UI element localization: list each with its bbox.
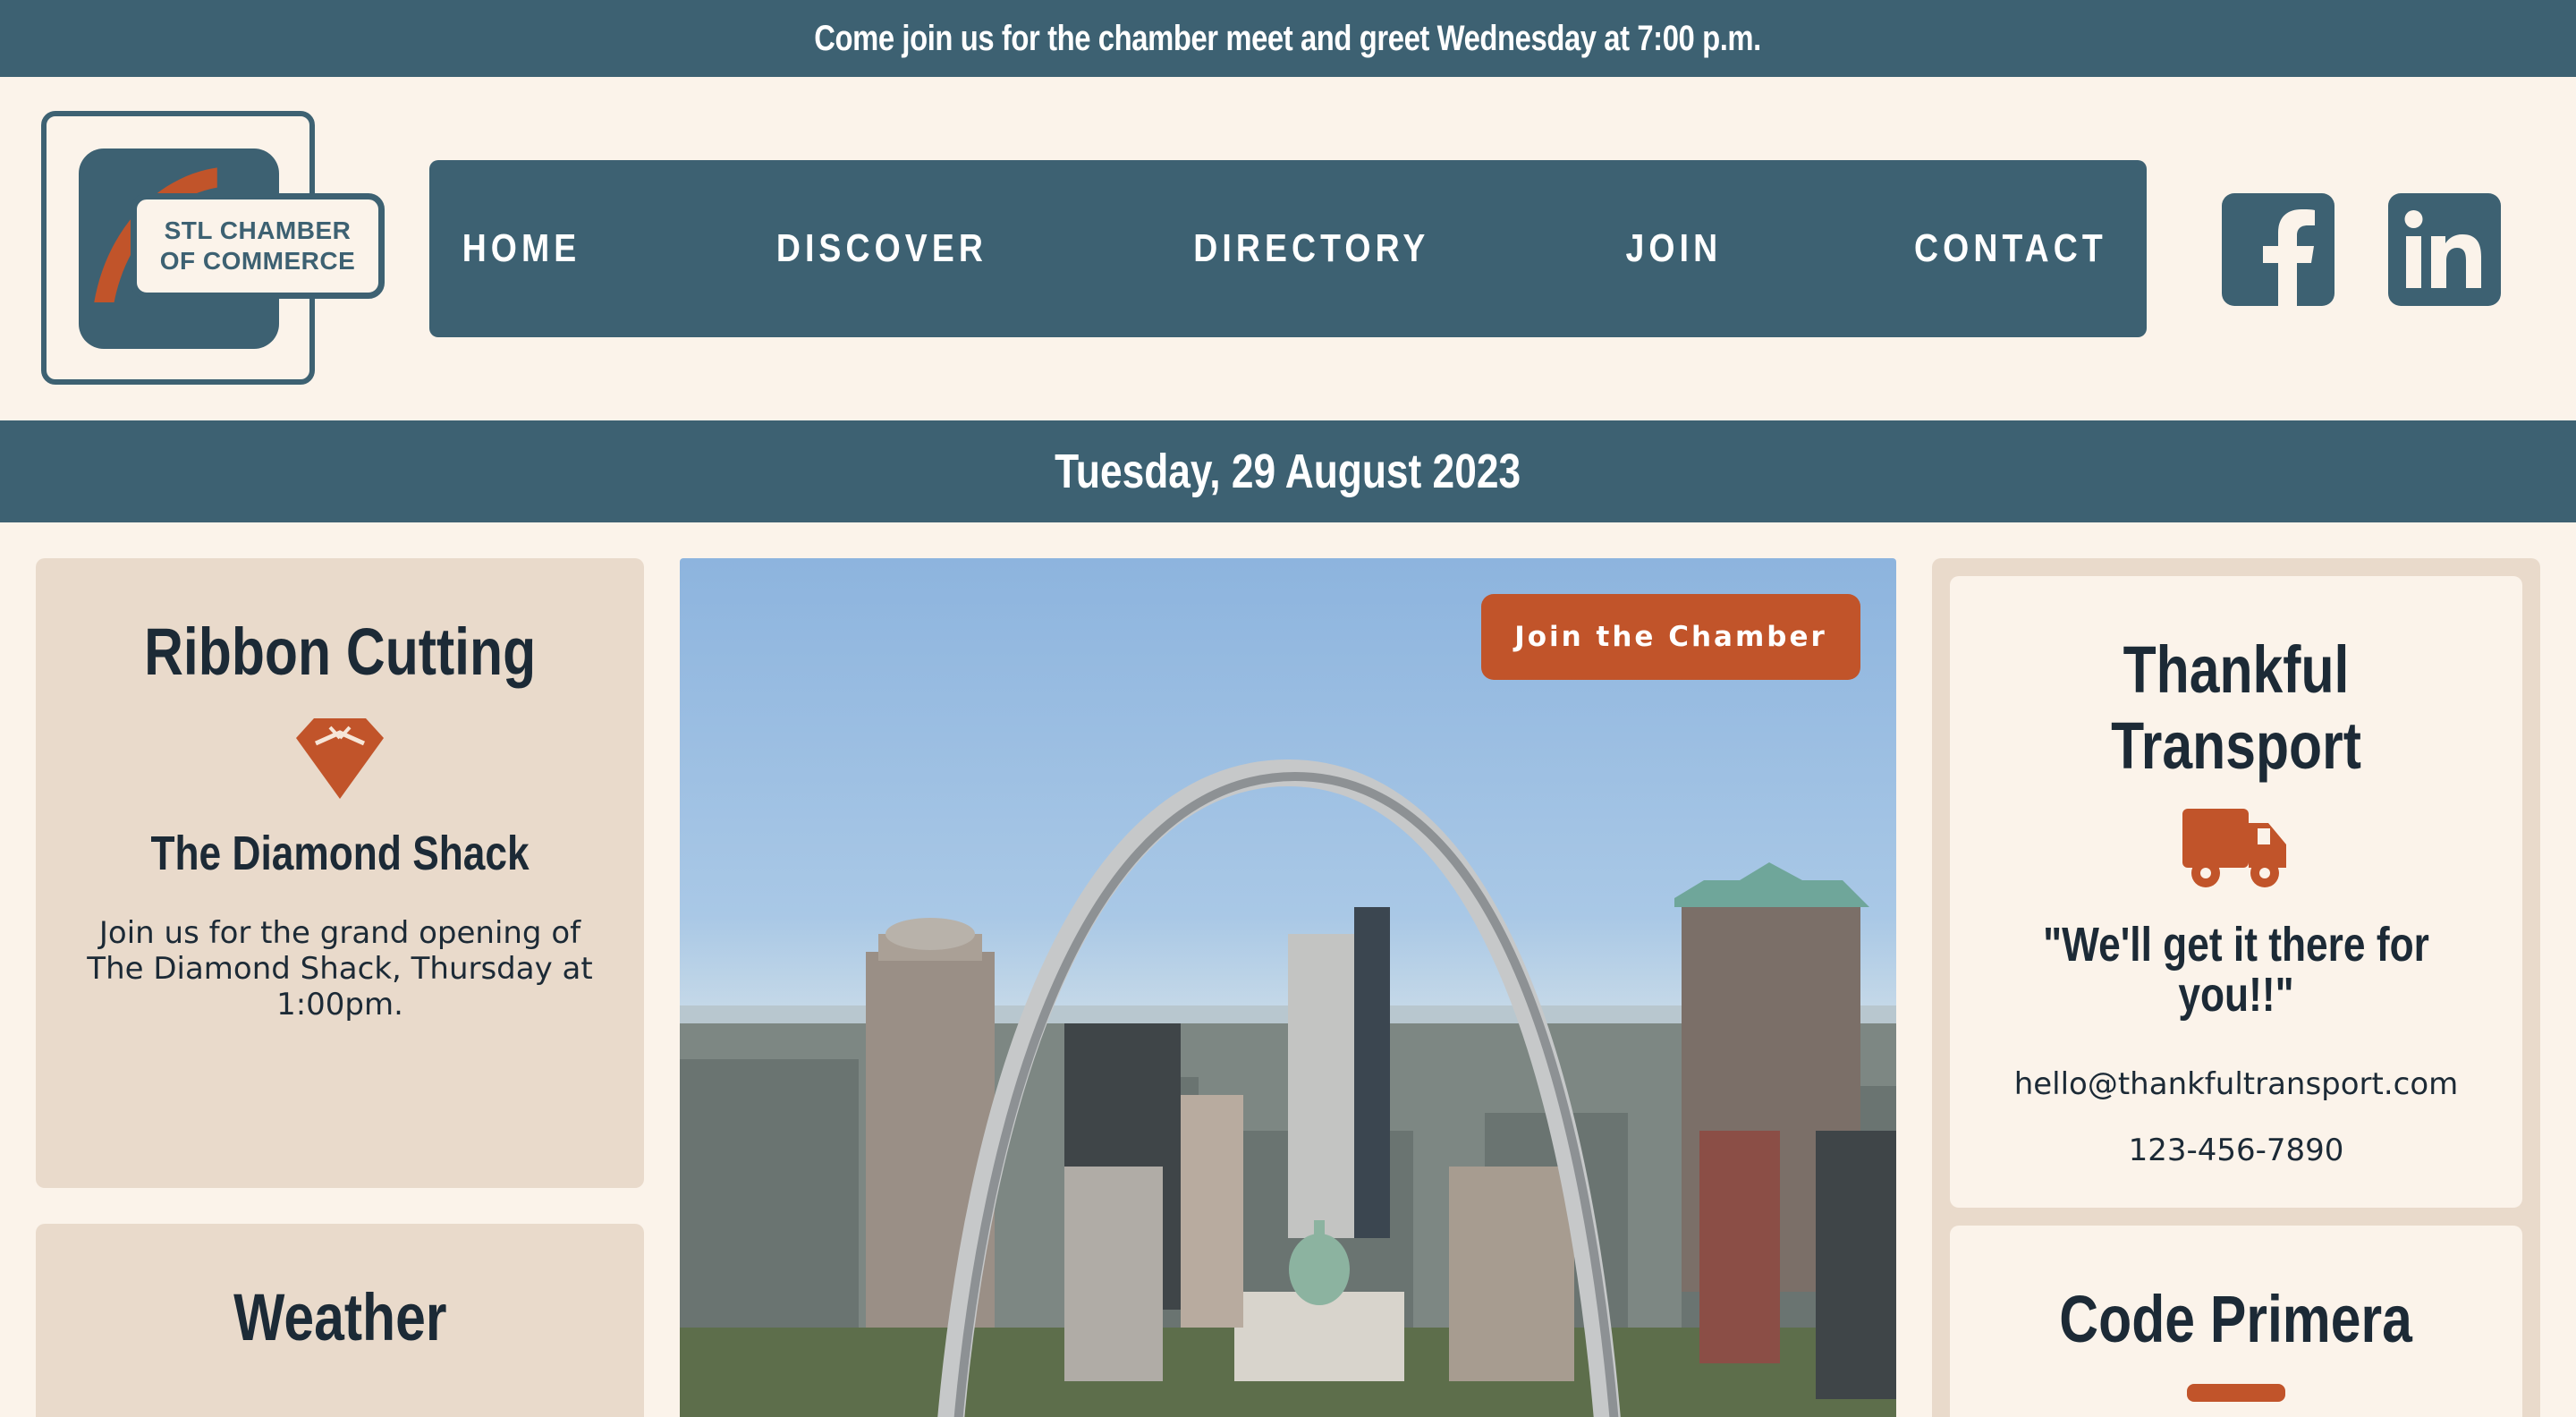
facebook-icon[interactable] <box>2222 193 2334 306</box>
nav-join[interactable]: JOIN <box>1626 226 1723 271</box>
logo-line-2: OF COMMERCE <box>159 247 356 275</box>
ribbon-description: Join us for the grand opening of The Dia… <box>87 915 593 1022</box>
chamber-logo[interactable]: STL CHAMBER OF COMMERCE <box>41 111 390 386</box>
join-chamber-button[interactable]: Join the Chamber <box>1481 594 1860 680</box>
main-nav: HOME DISCOVER DIRECTORY JOIN CONTACT <box>429 160 2147 337</box>
spotlight-1-email[interactable]: hello@thankfultransport.com <box>1950 1066 2522 1102</box>
logo-line-1: STL CHAMBER <box>164 216 352 244</box>
spotlight-1-quote: "We'll get it there for you!!" <box>2043 918 2429 1022</box>
spotlight-2-title: Code Primera <box>2059 1282 2413 1356</box>
announcement-text: Come join us for the chamber meet and gr… <box>814 18 1762 58</box>
weather-title: Weather <box>233 1280 447 1354</box>
spotlight-code-primera: Code Primera <box>1950 1226 2522 1417</box>
linkedin-icon[interactable] <box>2388 193 2501 306</box>
current-date: Tuesday, 29 August 2023 <box>1055 445 1521 498</box>
date-bar: Tuesday, 29 August 2023 <box>0 420 2576 522</box>
nav-discover[interactable]: DISCOVER <box>776 226 987 271</box>
nav-contact[interactable]: CONTACT <box>1914 226 2107 271</box>
ribbon-business-name: The Diamond Shack <box>150 827 530 880</box>
spotlight-1-phone[interactable]: 123-456-7890 <box>1950 1133 2522 1168</box>
spotlight-1-title: Thankful Transport <box>2111 632 2361 783</box>
hero-image: Join the Chamber <box>680 558 1896 1417</box>
st-louis-skyline-image <box>680 759 1896 1417</box>
weather-card: Weather <box>36 1224 644 1417</box>
spotlight-thankful-transport: Thankful Transport "We'll get it there f… <box>1950 576 2522 1208</box>
nav-directory[interactable]: DIRECTORY <box>1194 226 1430 271</box>
logo-label: STL CHAMBER OF COMMERCE <box>131 193 385 299</box>
announcement-banner: Come join us for the chamber meet and gr… <box>0 0 2576 77</box>
ribbon-title: Ribbon Cutting <box>143 615 537 689</box>
laptop-icon <box>1950 1384 2522 1402</box>
truck-icon <box>1950 809 2522 895</box>
diamond-icon <box>36 718 644 799</box>
ribbon-cutting-card: Ribbon Cutting The Diamond Shack Join us… <box>36 558 644 1188</box>
nav-home[interactable]: HOME <box>462 226 581 271</box>
